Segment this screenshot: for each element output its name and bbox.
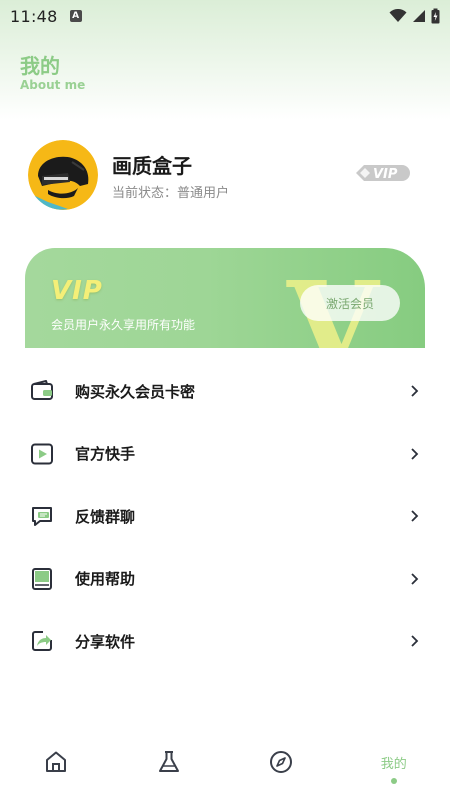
- vip-card-description: 会员用户永久享用所有功能: [51, 318, 196, 332]
- menu-item-buy-vip-key[interactable]: 购买永久会员卡密: [0, 360, 450, 423]
- chevron-right-icon: [411, 573, 419, 585]
- share-icon: [32, 631, 52, 652]
- notification-icon: A: [69, 10, 82, 22]
- status-bar: 11:48 A: [0, 0, 450, 32]
- bottom-tab-bar: 我的: [0, 735, 450, 800]
- tab-home[interactable]: [0, 735, 113, 800]
- tab-lab[interactable]: [113, 735, 226, 800]
- flask-icon: [158, 751, 179, 772]
- page-title: 我的: [20, 54, 60, 78]
- menu-item-label: 分享软件: [75, 632, 136, 651]
- chevron-right-icon: [411, 510, 419, 522]
- active-tab-indicator: [390, 778, 397, 784]
- menu-item-share-app[interactable]: 分享软件: [0, 610, 450, 673]
- book-icon: [32, 567, 52, 590]
- activate-vip-button[interactable]: 激活会员: [300, 285, 400, 321]
- compass-icon: [270, 751, 293, 773]
- chevron-right-icon: [411, 448, 419, 460]
- wifi-icon: [389, 9, 407, 22]
- play-icon: [31, 443, 53, 465]
- menu-item-official-kuaishou[interactable]: 官方快手: [0, 423, 450, 486]
- vip-card-title: VIP: [51, 276, 103, 306]
- battery-charging-icon: [431, 8, 440, 24]
- signal-icon: [413, 10, 425, 22]
- menu-item-label: 购买永久会员卡密: [75, 382, 196, 401]
- settings-menu: 购买永久会员卡密 官方快手 反馈群聊 使用帮助 分享软件: [0, 360, 450, 673]
- menu-item-help[interactable]: 使用帮助: [0, 548, 450, 611]
- wallet-icon: [31, 380, 53, 401]
- menu-item-label: 官方快手: [75, 445, 136, 464]
- chat-icon: [32, 507, 52, 527]
- status-icons: [389, 8, 440, 24]
- menu-item-label: 反馈群聊: [75, 507, 136, 526]
- tab-me[interactable]: 我的: [338, 735, 450, 800]
- vip-badge-text: VIP: [373, 167, 398, 182]
- vip-badge-icon: VIP: [356, 165, 410, 182]
- tab-me-label: 我的: [380, 757, 407, 772]
- chevron-right-icon: [411, 385, 419, 397]
- chevron-right-icon: [411, 635, 419, 647]
- username: 画质盒子: [112, 154, 192, 178]
- avatar[interactable]: [28, 140, 98, 210]
- helmet-avatar-icon: [28, 140, 98, 210]
- status-time: 11:48: [10, 6, 58, 26]
- page-subtitle: About me: [20, 78, 86, 92]
- home-icon: [46, 751, 67, 772]
- menu-item-label: 使用帮助: [75, 570, 136, 589]
- user-status: 当前状态：普通用户: [112, 186, 230, 201]
- tab-discover[interactable]: [225, 735, 338, 800]
- vip-card[interactable]: V VIP 会员用户永久享用所有功能 激活会员: [25, 248, 425, 348]
- menu-item-feedback-group[interactable]: 反馈群聊: [0, 485, 450, 548]
